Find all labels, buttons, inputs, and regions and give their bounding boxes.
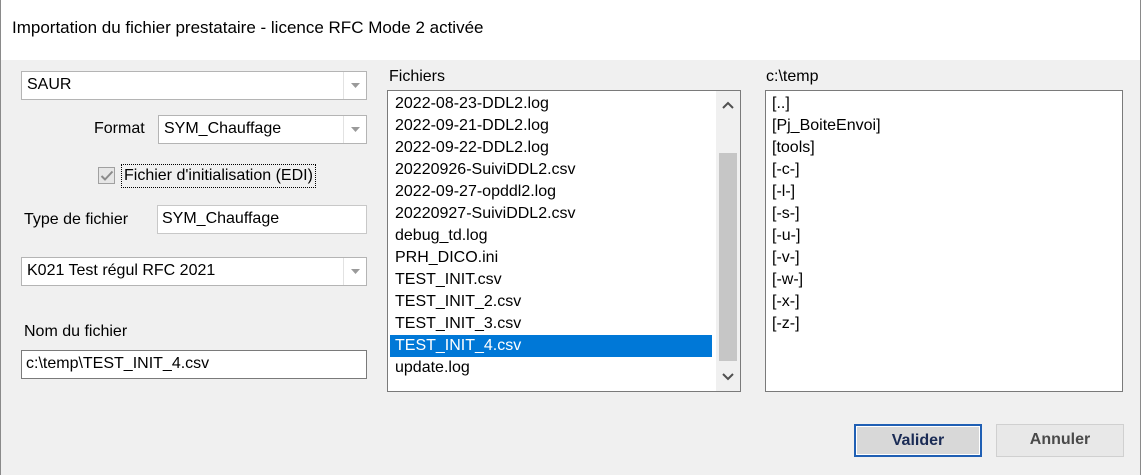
dirs-listbox[interactable]: [..] [Pj_BoiteEnvoi] [tools] [-c-] [-l-] [-s-… xyxy=(765,90,1123,392)
checkmark-icon xyxy=(100,170,114,181)
directory-list-item[interactable]: [-w-] xyxy=(772,269,803,291)
file-list-item[interactable]: TEST_INIT_3.csv xyxy=(392,313,710,335)
chevron-down-icon xyxy=(351,127,360,132)
file-list-item[interactable]: TEST_INIT_4.csv xyxy=(390,335,712,357)
files-listbox[interactable]: 2022-08-23-DDL2.log 2022-09-21-DDL2.log 20… xyxy=(387,90,741,392)
chevron-down-icon xyxy=(351,269,360,274)
format-label: Format xyxy=(94,120,145,137)
file-list-item[interactable]: debug_td.log xyxy=(392,225,710,247)
directory-list-item[interactable]: [-l-] xyxy=(772,181,795,203)
test-combo-value: K021 Test régul RFC 2021 xyxy=(27,262,216,279)
file-list-item[interactable]: TEST_INIT_2.csv xyxy=(392,291,710,313)
title-bar: Importation du fichier prestataire - lic… xyxy=(1,0,1140,60)
directory-list-item[interactable]: [-u-] xyxy=(772,225,800,247)
file-type-value: SYM_Chauffage xyxy=(162,210,280,227)
provider-combo-value: SAUR xyxy=(27,76,72,93)
directory-list-item[interactable]: [..] xyxy=(772,93,790,115)
directory-list-item[interactable]: [tools] xyxy=(772,137,815,159)
format-combo-value: SYM_Chauffage xyxy=(164,120,282,137)
annuler-button[interactable]: Annuler xyxy=(996,424,1124,457)
valider-button[interactable]: Valider xyxy=(854,424,982,457)
dialog-title: Importation du fichier prestataire - lic… xyxy=(12,18,484,37)
init-checkbox-label[interactable]: Fichier d'initialisation (EDI) xyxy=(121,164,316,188)
file-list-item[interactable]: 20220927-SuiviDDL2.csv xyxy=(392,203,710,225)
chevron-down-icon xyxy=(722,373,734,381)
file-list-item[interactable]: 2022-09-21-DDL2.log xyxy=(392,115,710,137)
directory-list-item[interactable]: [-x-] xyxy=(772,291,800,313)
file-type-field: SYM_Chauffage xyxy=(157,205,367,234)
dirs-label: c:\temp xyxy=(766,68,819,85)
init-checkbox[interactable] xyxy=(98,167,115,184)
test-combo[interactable]: K021 Test régul RFC 2021 xyxy=(21,257,367,286)
file-list-item[interactable]: TEST_INIT.csv xyxy=(392,269,710,291)
scroll-thumb[interactable] xyxy=(719,153,737,361)
directory-list-item[interactable]: [-z-] xyxy=(772,313,800,335)
file-list-item[interactable]: 2022-09-22-DDL2.log xyxy=(392,137,710,159)
format-combo[interactable]: SYM_Chauffage xyxy=(158,115,367,144)
files-label: Fichiers xyxy=(389,68,446,85)
file-name-input[interactable]: c:\temp\TEST_INIT_4.csv xyxy=(21,350,367,379)
files-scrollbar[interactable] xyxy=(716,91,740,391)
file-list-item[interactable]: PRH_DICO.ini xyxy=(392,247,710,269)
test-combo-dropdown[interactable] xyxy=(343,258,366,285)
file-list-item[interactable]: update.log xyxy=(392,357,710,379)
file-name-label: Nom du fichier xyxy=(24,323,128,340)
chevron-up-icon xyxy=(722,101,734,109)
format-combo-dropdown[interactable] xyxy=(343,116,366,143)
directory-list-item[interactable]: [-c-] xyxy=(772,159,800,181)
directory-list-item[interactable]: [-s-] xyxy=(772,203,800,225)
scroll-down-button[interactable] xyxy=(716,366,740,388)
provider-combo[interactable]: SAUR xyxy=(21,71,367,100)
file-list-item[interactable]: 2022-08-23-DDL2.log xyxy=(392,93,710,115)
provider-combo-dropdown[interactable] xyxy=(343,72,366,99)
scroll-up-button[interactable] xyxy=(716,94,740,116)
file-list-item[interactable]: 20220926-SuiviDDL2.csv xyxy=(392,159,710,181)
chevron-down-icon xyxy=(351,83,360,88)
file-list-item[interactable]: 2022-09-27-opddl2.log xyxy=(392,181,710,203)
file-name-value: c:\temp\TEST_INIT_4.csv xyxy=(26,355,210,372)
directory-list-item[interactable]: [Pj_BoiteEnvoi] xyxy=(772,115,881,137)
import-dialog: Importation du fichier prestataire - lic… xyxy=(0,0,1141,475)
directory-list-item[interactable]: [-v-] xyxy=(772,247,800,269)
file-type-label: Type de fichier xyxy=(24,211,129,228)
